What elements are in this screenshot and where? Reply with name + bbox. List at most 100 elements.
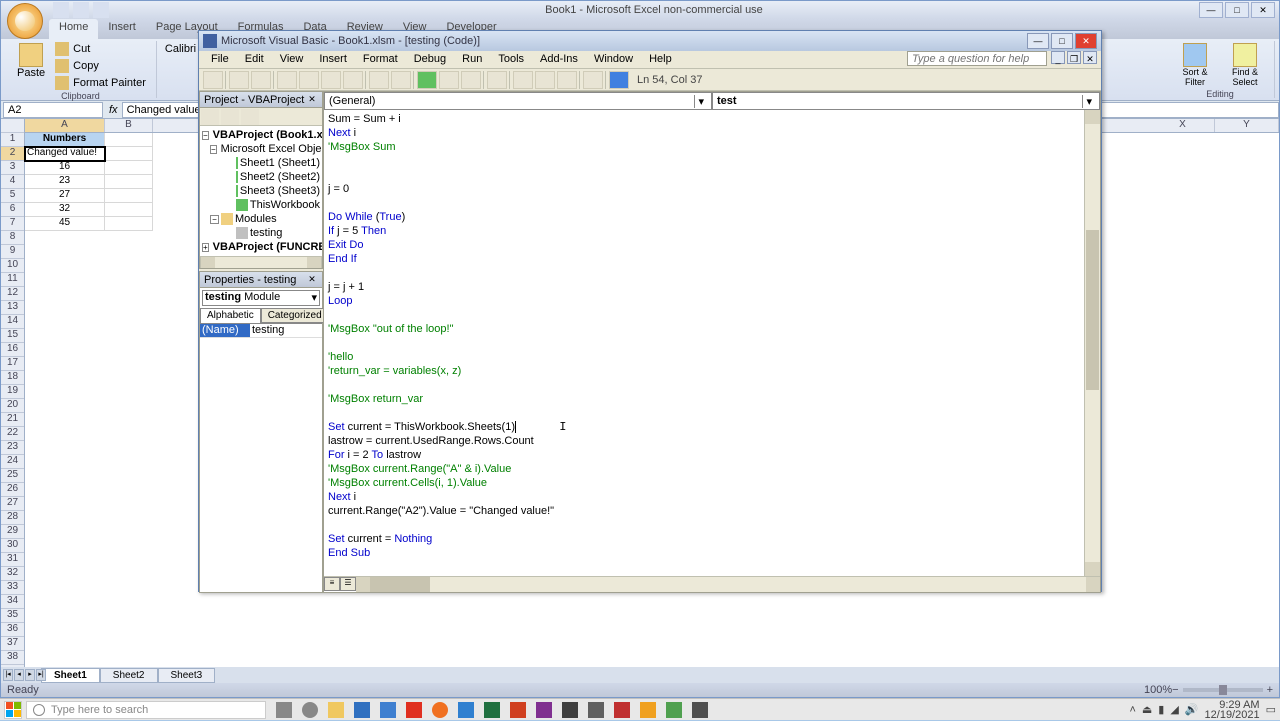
scroll-left-icon[interactable] xyxy=(356,577,370,592)
chevron-down-icon[interactable]: ▾ xyxy=(1082,95,1095,108)
vbe-object-browser-icon[interactable] xyxy=(557,71,577,89)
office-button[interactable] xyxy=(7,3,43,39)
vbe-menu-format[interactable]: Format xyxy=(355,51,406,68)
row-header[interactable]: 36 xyxy=(1,623,24,637)
row-header[interactable]: 27 xyxy=(1,497,24,511)
sheet-tab[interactable]: Sheet1 xyxy=(41,668,100,683)
row-header[interactable]: 10 xyxy=(1,259,24,273)
row-header[interactable]: 14 xyxy=(1,315,24,329)
volume-icon[interactable]: 🔊 xyxy=(1185,703,1199,716)
vbe-menu-run[interactable]: Run xyxy=(454,51,490,68)
vbe-menu-insert[interactable]: Insert xyxy=(311,51,355,68)
row-header[interactable]: 13 xyxy=(1,301,24,315)
row-header[interactable]: 17 xyxy=(1,357,24,371)
row-header[interactable]: 30 xyxy=(1,539,24,553)
tree-node[interactable]: Sheet1 (Sheet1) xyxy=(240,157,320,169)
full-module-view-button[interactable]: ☰ xyxy=(340,577,356,591)
copy-button[interactable]: Copy xyxy=(51,58,150,74)
vbe-cut-icon[interactable] xyxy=(277,71,297,89)
cell[interactable] xyxy=(105,147,153,161)
cell-selected[interactable]: Changed value! xyxy=(25,147,105,161)
vbe-titlebar[interactable]: Microsoft Visual Basic - Book1.xlsm - [t… xyxy=(199,31,1101,51)
select-all-corner[interactable] xyxy=(1,119,24,133)
tree-expand-icon[interactable]: − xyxy=(202,131,209,140)
properties-close-icon[interactable]: ✕ xyxy=(306,274,318,286)
fx-icon[interactable]: fx xyxy=(105,104,122,116)
vbe-menu-file[interactable]: File xyxy=(203,51,237,68)
vbe-break-icon[interactable] xyxy=(439,71,459,89)
tab-nav-first[interactable]: |◂ xyxy=(3,669,13,681)
row-header[interactable]: 9 xyxy=(1,245,24,259)
qat-save-icon[interactable] xyxy=(53,2,69,18)
onenote-icon[interactable] xyxy=(532,701,556,719)
store-icon[interactable] xyxy=(350,701,374,719)
vbe-properties-icon[interactable] xyxy=(535,71,555,89)
row-header[interactable]: 22 xyxy=(1,427,24,441)
cell[interactable]: 23 xyxy=(25,175,105,189)
tray-chevron-up-icon[interactable]: ˄ xyxy=(1129,704,1135,716)
toggle-folders-icon[interactable] xyxy=(241,109,259,125)
find-select-button[interactable]: Find & Select xyxy=(1222,41,1268,89)
code-hscroll[interactable] xyxy=(356,577,1100,592)
row-header[interactable]: 1 xyxy=(1,133,24,147)
excel-icon[interactable] xyxy=(480,701,504,719)
scroll-thumb[interactable] xyxy=(1086,230,1099,390)
col-header[interactable]: B xyxy=(105,119,153,132)
code-vscroll[interactable] xyxy=(1084,110,1100,576)
app-icon[interactable] xyxy=(610,701,634,719)
vbe-menu-tools[interactable]: Tools xyxy=(490,51,532,68)
tree-node[interactable]: ThisWorkbook xyxy=(250,199,320,211)
code-object-combo[interactable]: (General)▾ xyxy=(324,92,712,110)
qat-redo-icon[interactable] xyxy=(93,2,109,18)
cell[interactable]: 32 xyxy=(25,203,105,217)
app-icon[interactable] xyxy=(688,701,712,719)
ribbon-tab-home[interactable]: Home xyxy=(49,19,98,39)
vbe-menu-debug[interactable]: Debug xyxy=(406,51,454,68)
task-view-icon[interactable] xyxy=(272,701,296,719)
row-header[interactable]: 16 xyxy=(1,343,24,357)
property-value[interactable]: testing xyxy=(250,324,322,337)
procedure-view-button[interactable]: ≡ xyxy=(324,577,340,591)
cell[interactable] xyxy=(105,203,153,217)
row-header[interactable]: 7 xyxy=(1,217,24,231)
tab-nav-next[interactable]: ▸ xyxy=(25,669,35,681)
cell[interactable] xyxy=(105,175,153,189)
row-header[interactable]: 5 xyxy=(1,189,24,203)
paste-button[interactable]: Paste xyxy=(11,41,51,91)
qat-undo-icon[interactable] xyxy=(73,2,89,18)
vbe-doc-close[interactable]: ✕ xyxy=(1083,51,1097,64)
scroll-down-icon[interactable] xyxy=(1085,562,1100,576)
row-header[interactable]: 23 xyxy=(1,441,24,455)
cell[interactable]: 27 xyxy=(25,189,105,203)
file-explorer-icon[interactable] xyxy=(324,701,348,719)
cell[interactable] xyxy=(105,217,153,231)
view-object-icon[interactable] xyxy=(221,109,239,125)
row-header[interactable]: 6 xyxy=(1,203,24,217)
battery-icon[interactable]: ▮ xyxy=(1158,703,1164,716)
vbe-menu-help[interactable]: Help xyxy=(641,51,680,68)
project-tree[interactable]: −VBAProject (Book1.xlsm) −Microsoft Exce… xyxy=(200,126,322,256)
cortana-icon[interactable] xyxy=(298,701,322,719)
excel-close-button[interactable]: ✕ xyxy=(1251,2,1275,18)
row-header[interactable]: 38 xyxy=(1,651,24,665)
row-header[interactable]: 29 xyxy=(1,525,24,539)
project-explorer-close-icon[interactable]: ✕ xyxy=(306,94,318,106)
col-header[interactable]: A xyxy=(25,119,105,132)
view-code-icon[interactable] xyxy=(201,109,219,125)
vbe-undo-icon[interactable] xyxy=(369,71,389,89)
zoom-thumb[interactable] xyxy=(1219,685,1227,695)
clock[interactable]: 9:29 AM 12/19/2021 xyxy=(1205,700,1260,720)
vbe-run-icon[interactable] xyxy=(417,71,437,89)
scroll-up-icon[interactable] xyxy=(1085,110,1100,124)
excel-minimize-button[interactable]: — xyxy=(1199,2,1223,18)
row-header[interactable]: 3 xyxy=(1,161,24,175)
wifi-icon[interactable]: ◢ xyxy=(1170,703,1178,716)
tree-node[interactable]: Sheet2 (Sheet2) xyxy=(240,171,320,183)
tree-expand-icon[interactable]: + xyxy=(202,243,209,252)
tab-nav-prev[interactable]: ◂ xyxy=(14,669,24,681)
vbe-close-button[interactable]: ✕ xyxy=(1075,33,1097,49)
project-hscroll[interactable] xyxy=(200,256,322,269)
row-header[interactable]: 37 xyxy=(1,637,24,651)
vbe-paste-icon[interactable] xyxy=(321,71,341,89)
properties-object-combo[interactable]: testing Module▾ xyxy=(202,290,320,306)
